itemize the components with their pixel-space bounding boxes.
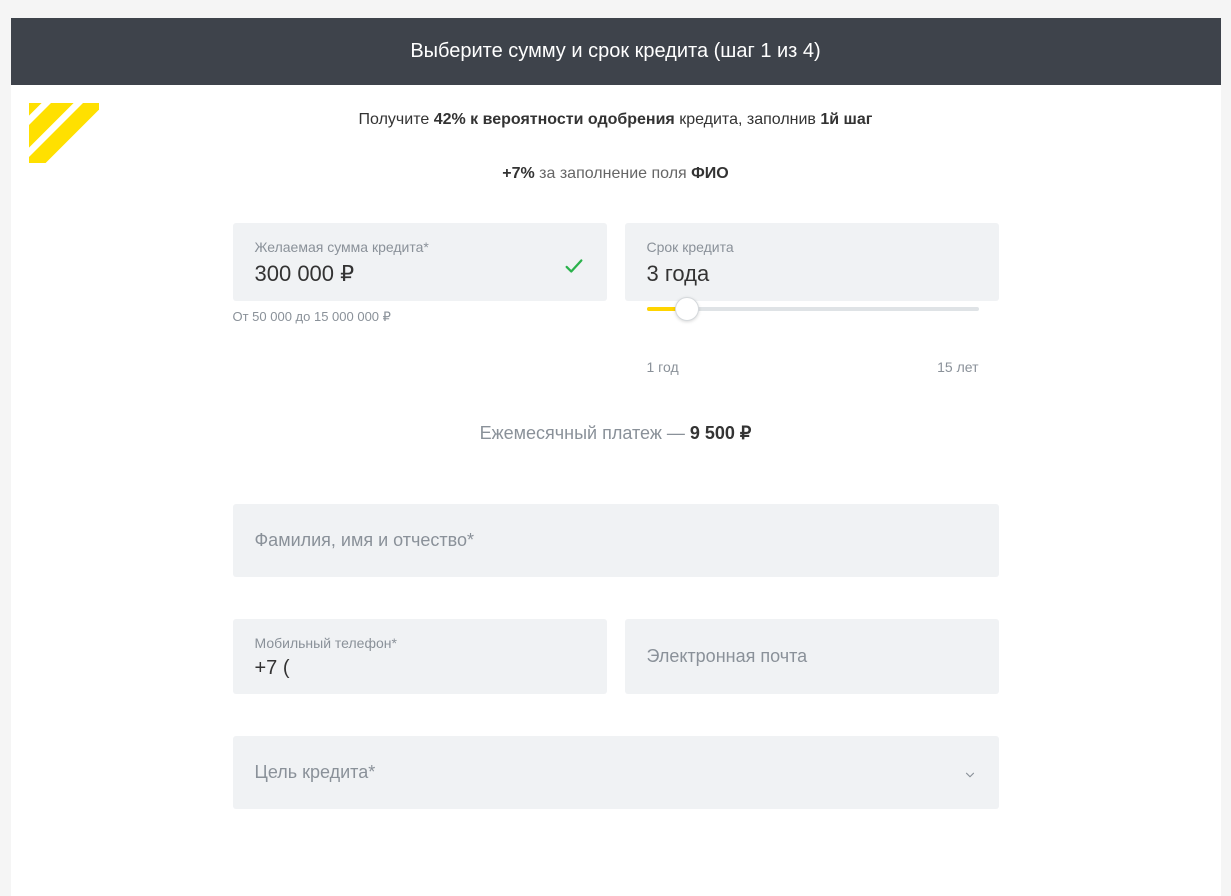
fio-placeholder: Фамилия, имя и отчество* — [255, 530, 475, 551]
promo-mid: кредита, заполнив — [675, 111, 821, 128]
slider-thumb[interactable] — [675, 297, 699, 321]
slider-max-label: 15 лет — [937, 359, 978, 375]
hint-text: за заполнение поля — [535, 165, 691, 182]
hint-field: ФИО — [691, 165, 729, 182]
term-label: Срок кредита — [647, 239, 979, 255]
email-input[interactable]: Электронная почта — [625, 619, 999, 694]
phone-label: Мобильный телефон* — [255, 635, 585, 651]
promo-text: Получите 42% к вероятности одобрения кре… — [11, 85, 1221, 149]
field-hint: +7% за заполнение поля ФИО — [11, 149, 1221, 223]
monthly-label: Ежемесячный платеж — [480, 423, 662, 443]
monthly-dash: — — [662, 423, 690, 443]
term-slider[interactable] — [625, 297, 999, 337]
amount-field[interactable]: Желаемая сумма кредита* 300 000 ₽ — [233, 223, 607, 301]
amount-range: От 50 000 до 15 000 000 ₽ — [233, 309, 607, 325]
term-field[interactable]: Срок кредита 3 года — [625, 223, 999, 301]
promo-prefix: Получите — [359, 111, 434, 128]
brand-stripes — [29, 103, 99, 163]
monthly-value: 9 500 ₽ — [690, 423, 752, 443]
email-placeholder: Электронная почта — [647, 646, 808, 667]
chevron-down-icon — [963, 766, 977, 780]
phone-value: +7 ( — [255, 657, 585, 680]
check-icon — [563, 255, 585, 277]
slider-min-label: 1 год — [647, 359, 679, 375]
term-value: 3 года — [647, 261, 979, 287]
fio-input[interactable]: Фамилия, имя и отчество* — [233, 504, 999, 577]
hint-percent: 7% — [512, 165, 535, 182]
amount-value: 300 000 ₽ — [255, 261, 587, 287]
purpose-placeholder: Цель кредита* — [255, 762, 376, 783]
amount-label: Желаемая сумма кредита* — [255, 239, 587, 255]
promo-percent: 42% к вероятности одобрения — [434, 111, 675, 128]
promo-step: 1й шаг — [820, 111, 872, 128]
hint-plus: + — [502, 165, 511, 182]
purpose-select[interactable]: Цель кредита* — [233, 736, 999, 809]
step-header: Выберите сумму и срок кредита (шаг 1 из … — [11, 18, 1221, 85]
step-title: Выберите сумму и срок кредита (шаг 1 из … — [410, 40, 820, 62]
monthly-payment: Ежемесячный платеж — 9 500 ₽ — [11, 423, 1221, 444]
phone-input[interactable]: Мобильный телефон* +7 ( — [233, 619, 607, 694]
slider-labels: 1 год 15 лет — [625, 359, 999, 375]
